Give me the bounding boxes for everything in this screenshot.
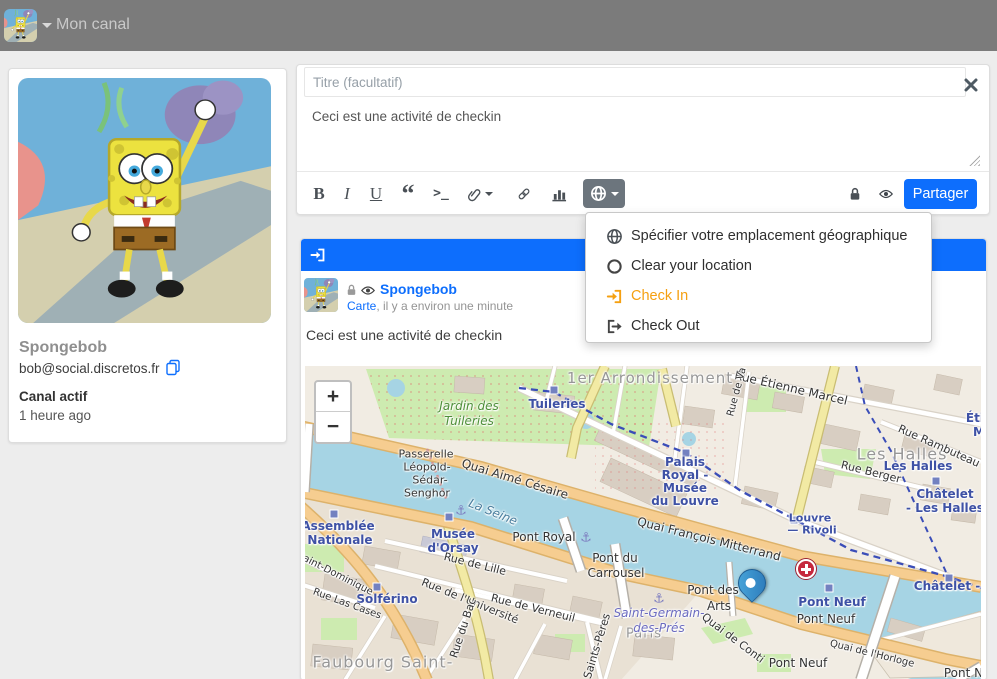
- circle-icon: [606, 258, 623, 275]
- sign-out-icon: [606, 318, 623, 335]
- link-icon: [517, 186, 531, 202]
- sign-in-icon: [310, 247, 326, 263]
- chart-button[interactable]: [545, 179, 573, 208]
- spongebob-avatar-image: [4, 9, 37, 42]
- post-body-text: Ceci est une activité de checkin: [306, 327, 502, 343]
- profile-card: Spongebob bob@social.discretos.fr Canal …: [8, 68, 287, 443]
- menu-item-check-out[interactable]: Check Out: [586, 311, 931, 341]
- map-zoom-control: + −: [314, 380, 352, 444]
- post-editor: Ceci est une activité de checkin B I U “…: [296, 64, 990, 215]
- location-menu-button[interactable]: [583, 179, 625, 208]
- bar-chart-icon: [551, 186, 567, 202]
- post-author-link[interactable]: Spongebob: [380, 281, 457, 297]
- paperclip-icon: [467, 185, 481, 203]
- quote-button[interactable]: “: [395, 179, 421, 208]
- zoom-in-button[interactable]: +: [316, 382, 350, 412]
- lock-icon: [849, 186, 861, 202]
- code-button[interactable]: >_: [427, 179, 455, 208]
- navbar: Mon canal: [0, 0, 997, 51]
- title-input[interactable]: [304, 67, 966, 97]
- link-button[interactable]: [511, 179, 537, 208]
- menu-item-label: Check Out: [631, 318, 700, 334]
- sign-in-icon: [606, 288, 623, 305]
- share-button[interactable]: Partager: [904, 179, 977, 209]
- zoom-out-button[interactable]: −: [316, 412, 350, 442]
- editor-toolbar: B I U “ >_: [297, 171, 989, 214]
- menu-item-label: Clear your location: [631, 258, 752, 274]
- page: Mon canal Spongebob bob@social.discretos…: [0, 0, 997, 679]
- menu-item-label: Spécifier votre emplacement géographique: [631, 228, 907, 244]
- italic-button[interactable]: I: [335, 179, 359, 208]
- copy-icon[interactable]: [165, 359, 181, 376]
- visibility-eye-icon: [361, 285, 375, 296]
- underline-button[interactable]: U: [363, 179, 389, 208]
- location-dropdown-menu: Spécifier votre emplacement géographique…: [585, 212, 932, 343]
- map-canvas[interactable]: 1er ArrondissementLes HallesFaubourg Sai…: [305, 366, 981, 679]
- caret-down-icon: [485, 192, 493, 196]
- profile-photo[interactable]: [18, 78, 271, 323]
- navbar-channel-title[interactable]: Mon canal: [56, 16, 130, 34]
- menu-item-clear-location[interactable]: Clear your location: [586, 251, 931, 281]
- hospital-marker[interactable]: [796, 559, 816, 579]
- caret-down-icon: [611, 192, 619, 196]
- preview-eye-button[interactable]: [873, 179, 899, 208]
- chevron-down-icon[interactable]: [42, 23, 52, 28]
- post-author-avatar[interactable]: [304, 278, 338, 312]
- post-meta: Carte, il y a environ une minute: [347, 299, 513, 313]
- menu-item-check-in[interactable]: Check In: [586, 281, 931, 311]
- menu-item-label: Check In: [631, 288, 688, 304]
- attach-button[interactable]: [461, 179, 499, 208]
- profile-name: Spongebob: [19, 339, 107, 357]
- channel-status-label: Canal actif: [19, 389, 87, 404]
- post-body-textarea[interactable]: Ceci est une activité de checkin: [304, 101, 979, 166]
- close-icon[interactable]: [963, 77, 979, 93]
- profile-address: bob@social.discretos.fr: [19, 361, 160, 376]
- globe-icon: [590, 185, 607, 202]
- menu-item-set-location[interactable]: Spécifier votre emplacement géographique: [586, 221, 931, 251]
- eye-icon: [879, 187, 893, 201]
- permissions-lock-button[interactable]: [843, 179, 867, 208]
- post-location-link[interactable]: Carte: [347, 299, 376, 313]
- map-tiles: [305, 366, 981, 679]
- private-lock-icon: [346, 284, 357, 296]
- spongebob-profile-image: [18, 78, 271, 323]
- globe-icon: [606, 228, 623, 245]
- spongebob-avatar-image: [304, 278, 338, 312]
- channel-status-time: 1 heure ago: [19, 408, 91, 423]
- channel-avatar[interactable]: [4, 9, 37, 42]
- post-timestamp: , il y a environ une minute: [376, 299, 513, 313]
- bold-button[interactable]: B: [307, 179, 331, 208]
